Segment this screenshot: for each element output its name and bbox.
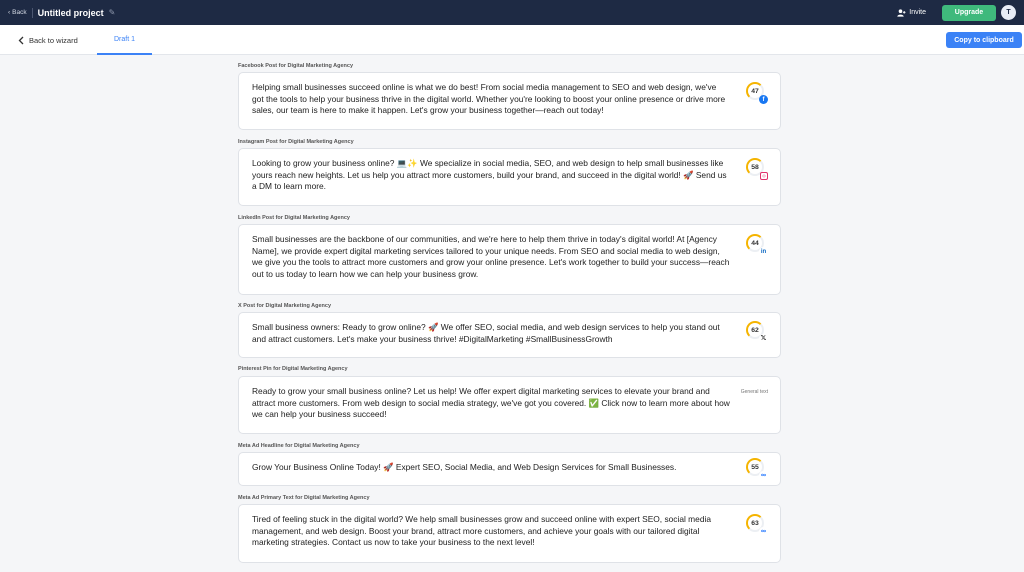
instagram-icon: ◎ [760, 172, 768, 180]
score-badge: 47 f [746, 82, 768, 104]
back-to-wizard-button[interactable]: Back to wizard [18, 25, 78, 55]
post-card-facebook[interactable]: Helping small businesses succeed online … [238, 72, 781, 130]
section-label-pinterest: Pinterest Pin for Digital Marketing Agen… [238, 366, 348, 372]
back-label: Back [12, 9, 27, 16]
post-text: Small businesses are the backbone of our… [252, 234, 730, 279]
sub-bar: Back to wizard Draft 1 Copy to clipboard [0, 25, 1024, 55]
facebook-icon: f [759, 95, 768, 104]
linkedin-icon: in [759, 247, 768, 256]
post-card-x[interactable]: Small business owners: Ready to grow onl… [238, 312, 781, 358]
invite-button[interactable]: Invite [897, 8, 926, 17]
section-label-meta-headline: Meta Ad Headline for Digital Marketing A… [238, 443, 360, 449]
post-text: Looking to grow your business online? 💻✨… [252, 158, 727, 191]
posts-list: Facebook Post for Digital Marketing Agen… [0, 56, 1024, 572]
tab-draft-1[interactable]: Draft 1 [97, 25, 152, 55]
chevron-left-icon: ‹ [8, 9, 11, 16]
post-text: Grow Your Business Online Today! 🚀 Exper… [252, 462, 677, 472]
post-text: Helping small businesses succeed online … [252, 82, 726, 115]
section-label-facebook: Facebook Post for Digital Marketing Agen… [238, 63, 354, 69]
post-card-meta-primary[interactable]: Tired of feeling stuck in the digital wo… [238, 504, 781, 563]
post-card-meta-headline[interactable]: Grow Your Business Online Today! 🚀 Exper… [238, 452, 781, 486]
copy-to-clipboard-button[interactable]: Copy to clipboard [946, 32, 1022, 48]
post-card-linkedin[interactable]: Small businesses are the backbone of our… [238, 224, 781, 295]
section-label-x: X Post for Digital Marketing Agency [238, 303, 332, 309]
invite-label: Invite [909, 9, 926, 16]
project-title[interactable]: Untitled project [38, 8, 104, 18]
divider [31, 7, 33, 18]
back-link[interactable]: ‹ Back [8, 9, 27, 16]
section-label-instagram: Instagram Post for Digital Marketing Age… [238, 139, 354, 145]
score-badge: 62 𝕏 [746, 321, 768, 343]
meta-icon: ∞ [759, 471, 768, 480]
pencil-icon[interactable]: ✎ [109, 8, 116, 17]
section-label-meta-primary: Meta Ad Primary Text for Digital Marketi… [238, 495, 370, 501]
upgrade-button[interactable]: Upgrade [942, 4, 996, 21]
post-text: Ready to grow your small business online… [252, 386, 730, 419]
avatar[interactable]: T [1001, 5, 1016, 20]
meta-icon: ∞ [759, 527, 768, 536]
post-card-instagram[interactable]: Looking to grow your business online? 💻✨… [238, 148, 781, 206]
chevron-left-icon [18, 36, 24, 44]
x-icon: 𝕏 [759, 334, 768, 343]
section-label-linkedin: LinkedIn Post for Digital Marketing Agen… [238, 215, 350, 221]
score-badge: 58 ◎ [746, 158, 768, 180]
post-card-pinterest[interactable]: Ready to grow your small business online… [238, 376, 781, 434]
score-badge: 55 ∞ [746, 458, 768, 480]
score-badge: 63 ∞ [746, 514, 768, 536]
top-bar: ‹ Back Untitled project ✎ Invite Upgrade… [0, 0, 1024, 25]
score-badge: 44 in [746, 234, 768, 256]
user-plus-icon [897, 8, 906, 17]
back-to-wizard-label: Back to wizard [29, 35, 78, 45]
post-text: Small business owners: Ready to grow onl… [252, 322, 720, 344]
post-text: Tired of feeling stuck in the digital wo… [252, 514, 711, 547]
general-text-label: General text [740, 389, 768, 395]
